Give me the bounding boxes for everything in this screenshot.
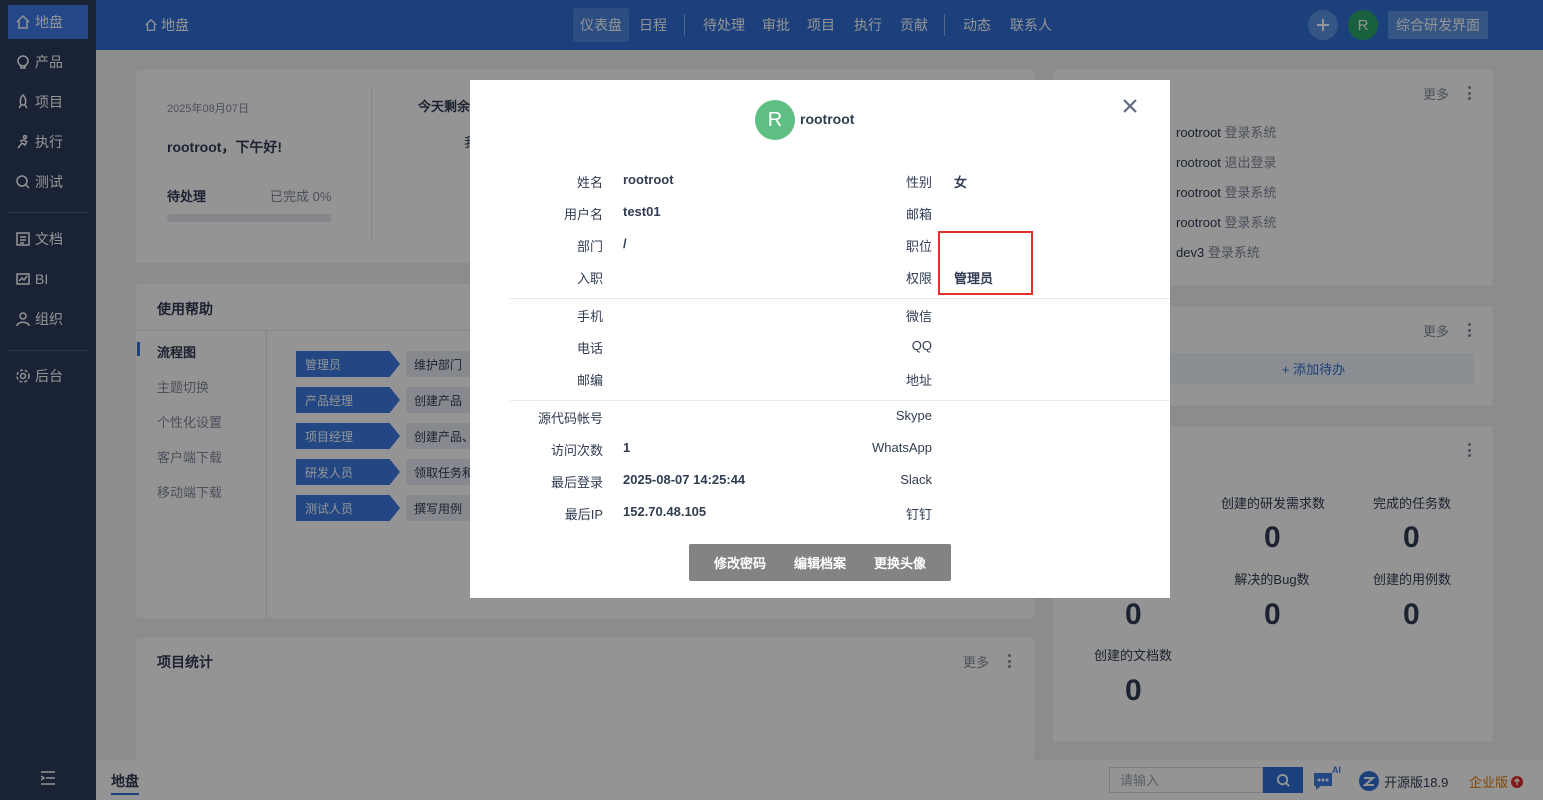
label-wechat: 微信 (905, 309, 932, 324)
highlight-box (938, 231, 1033, 295)
label-phone: 电话 (576, 341, 603, 356)
label-skype: Skype (895, 408, 932, 423)
label-slack: Slack (900, 472, 932, 487)
label-whatsapp: WhatsApp (872, 440, 932, 455)
profile-avatar: R (755, 100, 795, 140)
value-visits: 1 (623, 440, 631, 455)
close-icon[interactable] (1120, 96, 1140, 116)
value-realname: rootroot (623, 172, 674, 187)
user-profile-dialog: R rootroot 姓名 rootroot 性别 女 用户名 test01 邮… (470, 80, 1170, 598)
label-dingtalk: 钉钉 (905, 507, 932, 522)
label-privilege: 权限 (905, 271, 932, 286)
label-last-ip: 最后IP (564, 507, 603, 522)
profile-actions: 修改密码 编辑档案 更换头像 (689, 544, 951, 581)
label-scm-account: 源代码帐号 (537, 411, 603, 426)
label-zipcode: 邮编 (576, 373, 603, 388)
change-avatar-button[interactable]: 更换头像 (860, 553, 940, 572)
edit-profile-button[interactable]: 编辑档案 (780, 553, 860, 572)
label-qq: QQ (911, 338, 932, 353)
value-last-ip: 152.70.48.105 (623, 504, 707, 519)
label-email: 邮箱 (905, 207, 932, 222)
label-visits: 访问次数 (550, 443, 603, 458)
section-divider (510, 298, 1170, 299)
value-account: test01 (623, 204, 661, 219)
label-role: 职位 (905, 239, 932, 254)
value-last-login: 2025-08-07 14:25:44 (623, 472, 746, 487)
profile-username: rootroot (800, 111, 855, 127)
label-mobile: 手机 (576, 309, 603, 324)
value-gender: 女 (954, 175, 968, 190)
change-password-button[interactable]: 修改密码 (700, 553, 780, 572)
label-join-date: 入职 (576, 271, 603, 286)
value-dept: / (623, 236, 627, 251)
section-divider (510, 400, 1170, 401)
label-gender: 性别 (905, 175, 932, 190)
label-account: 用户名 (563, 207, 603, 222)
label-address: 地址 (905, 373, 932, 388)
label-last-login: 最后登录 (550, 475, 603, 490)
label-dept: 部门 (576, 239, 603, 254)
label-realname: 姓名 (576, 175, 603, 190)
